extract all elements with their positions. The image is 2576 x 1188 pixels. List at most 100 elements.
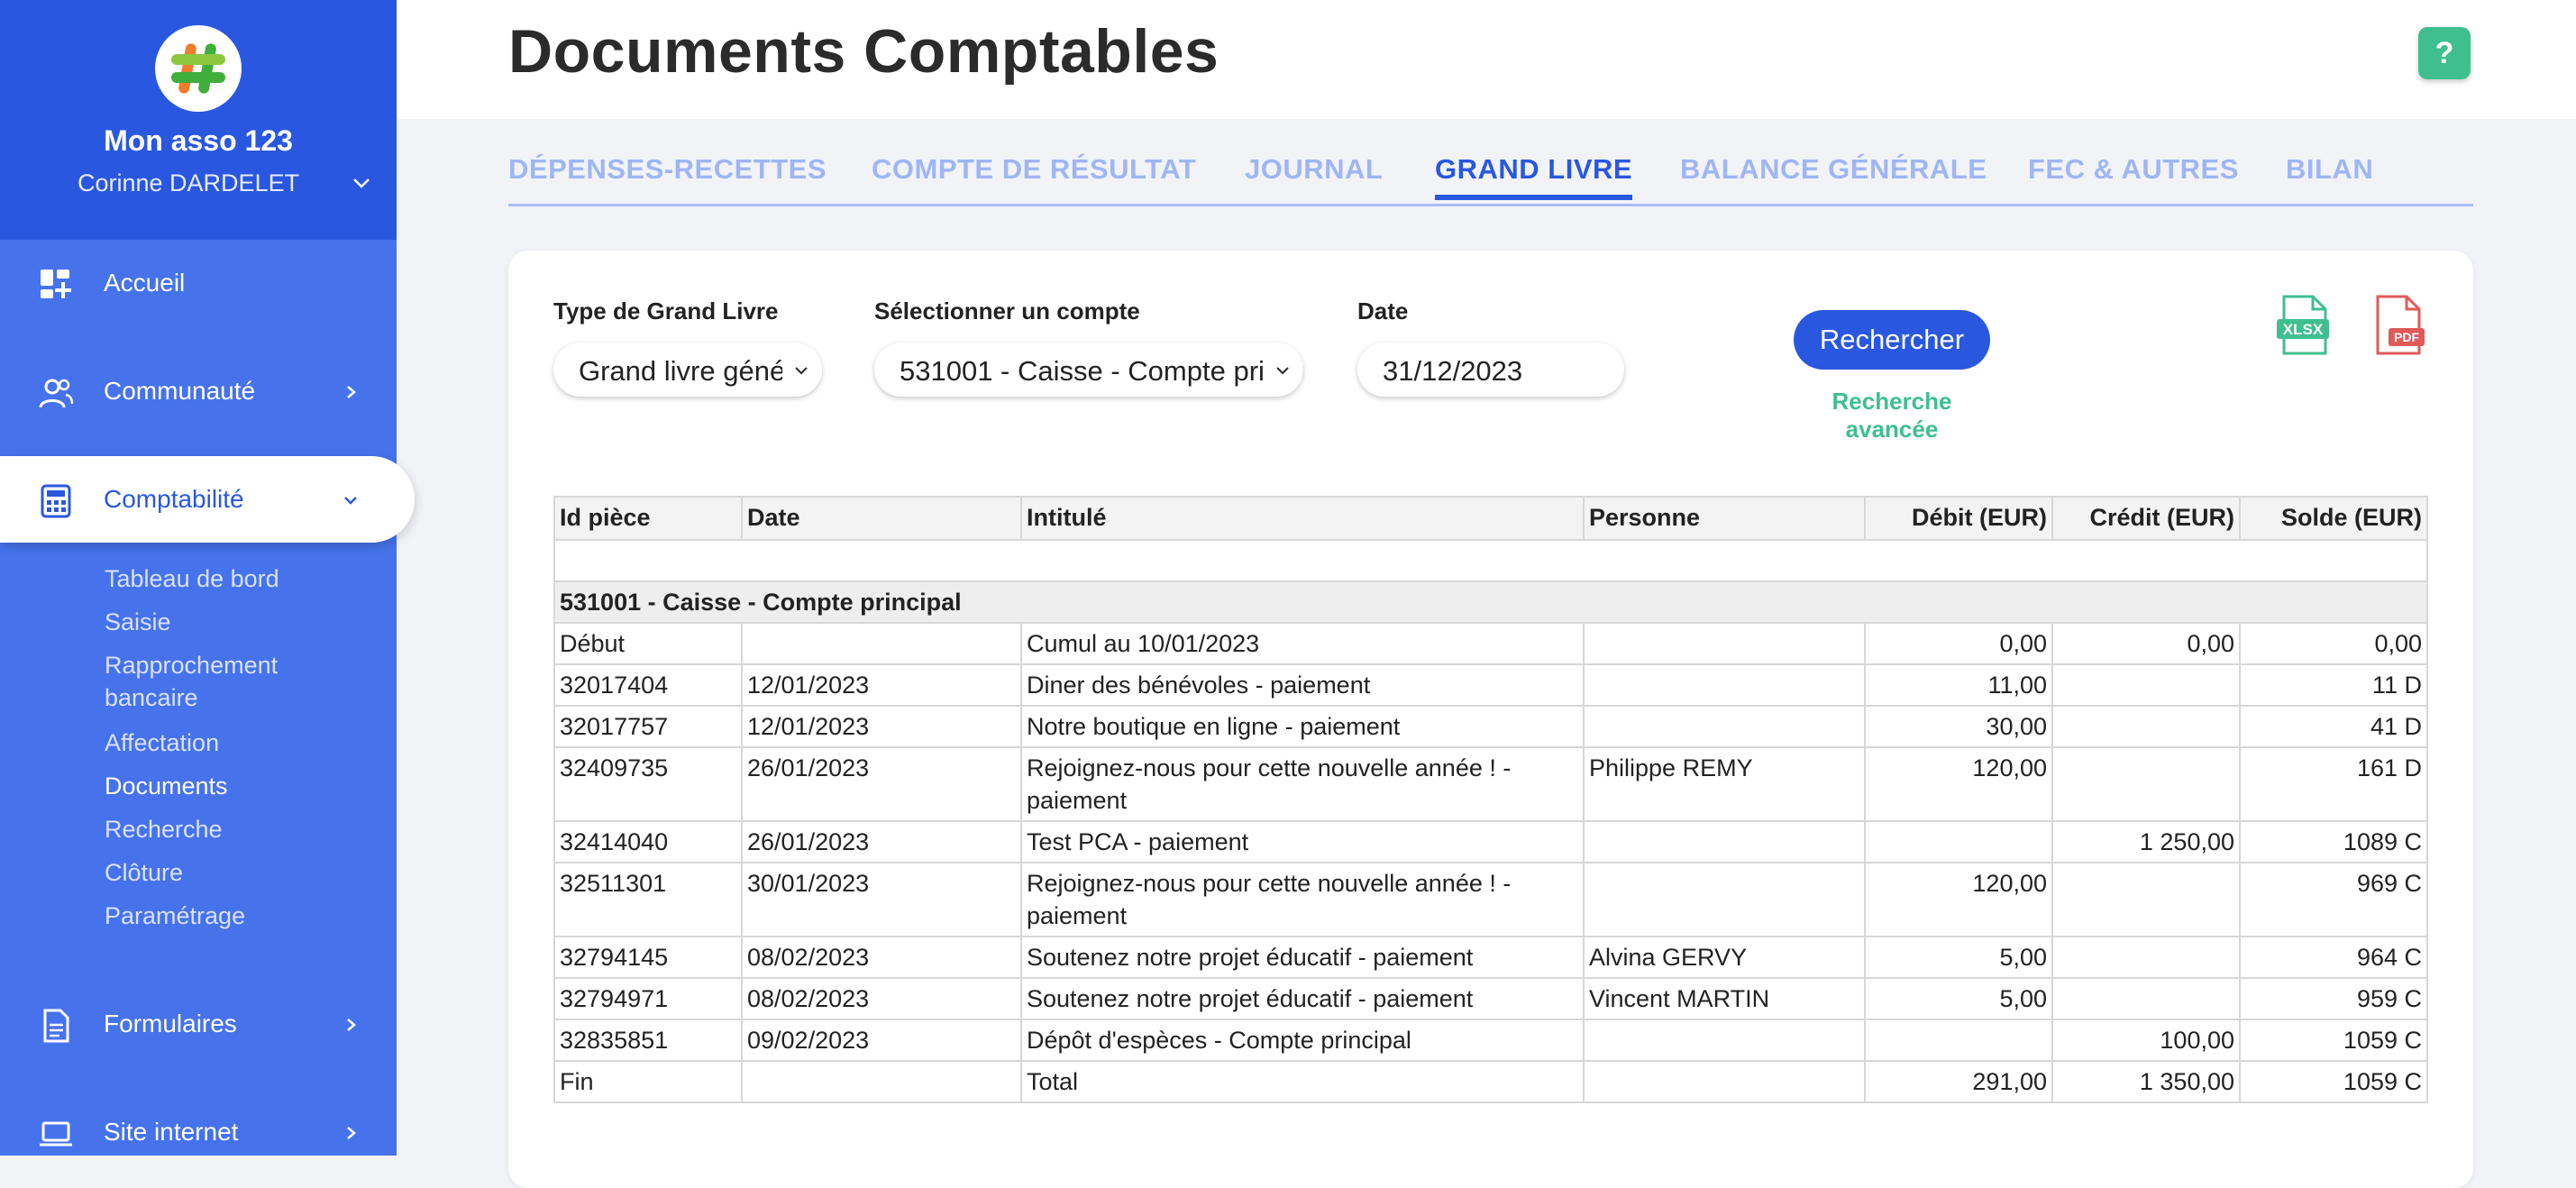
ledger-type-select[interactable]: Grand livre général <box>553 343 822 397</box>
subitem-documents[interactable]: Documents <box>105 770 228 802</box>
table-cell: Début <box>553 622 743 665</box>
table-cell <box>2051 936 2241 979</box>
table-cell: 11,00 <box>1864 663 2053 707</box>
pdf-label: PDF <box>2394 330 2419 344</box>
table-cell: 100,00 <box>2051 1019 2241 1062</box>
column-header[interactable]: Intitulé <box>1020 496 1585 541</box>
sidebar-item-label: Comptabilité <box>104 485 244 513</box>
dashboard-icon <box>41 270 71 298</box>
sidebar-item-comptabilite[interactable]: Comptabilité <box>0 456 415 543</box>
subitem-recherche[interactable]: Recherche <box>105 813 223 845</box>
table-cell <box>741 622 1022 665</box>
table-row[interactable]: 32017404 12/01/2023 Diner des bénévoles - … <box>553 663 2428 707</box>
table-cell: 1 250,00 <box>2051 820 2241 864</box>
xlsx-label: XLSX <box>2283 321 2324 338</box>
subitem-tableau-de-bord[interactable]: Tableau de bord <box>105 562 279 595</box>
table-cell: 09/02/2023 <box>741 1019 1022 1062</box>
hashtag-logo-icon <box>171 43 225 94</box>
column-header[interactable]: Date <box>741 496 1022 541</box>
tab-depenses-recettes[interactable]: DÉPENSES-RECETTES <box>508 153 827 195</box>
column-header[interactable]: Id pièce <box>553 496 743 541</box>
tab-bilan[interactable]: BILAN <box>2286 153 2373 195</box>
table-row[interactable]: 32794971 08/02/2023 Soutenez notre projet … <box>553 977 2428 1020</box>
table-cell: Notre boutique en ligne - paiement <box>1020 705 1585 748</box>
chevron-right-icon <box>347 386 356 398</box>
table-row[interactable]: 32409735 26/01/2023 Rejoignez-nous pour ce… <box>553 746 2428 822</box>
sidebar-item-communaute[interactable]: Communauté <box>0 348 397 434</box>
date-value: 31/12/2023 <box>1383 355 1523 387</box>
tab-fec-autres[interactable]: FEC & AUTRES <box>2028 153 2239 195</box>
grand-livre-panel: Type de Grand Livre Grand livre général … <box>508 251 2473 1188</box>
table-cell: Philippe REMY <box>1583 746 1866 822</box>
app-logo[interactable] <box>155 25 242 112</box>
table-cell: 291,00 <box>1864 1060 2053 1103</box>
table-cell: 41 D <box>2239 705 2428 748</box>
table-row[interactable]: 32794145 08/02/2023 Soutenez notre projet … <box>553 936 2428 979</box>
account-group-row: 531001 - Caisse - Compte principal <box>553 580 2428 624</box>
subitem-parametrage[interactable]: Paramétrage <box>105 900 245 932</box>
table-row[interactable]: 32414040 26/01/2023 Test PCA - paiement 1 2… <box>553 820 2428 864</box>
table-cell <box>1583 663 1866 707</box>
table-cell <box>1583 1019 1866 1062</box>
account-select[interactable]: 531001 - Caisse - Compte principal <box>874 343 1303 397</box>
sidebar-item-site-internet[interactable]: Site internet <box>0 1089 397 1175</box>
table-cell <box>2051 663 2241 707</box>
search-button[interactable]: Rechercher <box>1794 310 1990 370</box>
column-header[interactable]: Crédit (EUR) <box>2051 496 2241 541</box>
chevron-right-icon <box>347 1127 356 1139</box>
table-cell <box>1583 1060 1866 1103</box>
user-name[interactable]: Corinne DARDELET <box>78 169 299 197</box>
tab-journal[interactable]: JOURNAL <box>1245 153 1383 195</box>
table-cell: 964 C <box>2239 936 2428 979</box>
table-cell: Rejoignez-nous pour cette nouvelle année… <box>1020 862 1585 937</box>
ledger-body: 531001 - Caisse - Compte principal Début… <box>553 539 2428 1103</box>
table-cell: 969 C <box>2239 862 2428 937</box>
column-header[interactable]: Personne <box>1583 496 1866 541</box>
ledger-table: Id pièce Date Intitulé Personne Débit (E… <box>553 496 2428 1103</box>
laptop-icon <box>40 1121 72 1147</box>
calculator-icon <box>41 484 71 518</box>
tab-grand-livre[interactable]: GRAND LIVRE <box>1435 153 1633 200</box>
subitem-affectation[interactable]: Affectation <box>105 727 219 759</box>
account-value: 531001 - Caisse - Compte principal <box>900 355 1303 387</box>
date-input[interactable]: 31/12/2023 <box>1357 343 1624 397</box>
table-cell: 12/01/2023 <box>741 663 1022 707</box>
xlsx-export-icon[interactable]: XLSX <box>2275 294 2333 357</box>
column-header[interactable]: Solde (EUR) <box>2239 496 2428 541</box>
table-row[interactable]: Fin Total 291,00 1 350,00 1059 C <box>553 1060 2428 1103</box>
table-cell: Dépôt d'espèces - Compte principal <box>1020 1019 1585 1062</box>
table-row[interactable]: 32511301 30/01/2023 Rejoignez-nous pour ce… <box>553 862 2428 937</box>
table-cell: 32794971 <box>553 977 743 1020</box>
table-cell: 08/02/2023 <box>741 977 1022 1020</box>
tab-balance-generale[interactable]: BALANCE GÉNÉRALE <box>1680 153 1987 195</box>
chevron-down-icon[interactable] <box>350 171 373 195</box>
help-button[interactable]: ? <box>2418 27 2471 79</box>
people-icon <box>39 379 74 408</box>
table-cell: Soutenez notre projet éducatif - paiemen… <box>1020 936 1585 979</box>
tab-compte-de-resultat[interactable]: COMPTE DE RÉSULTAT <box>872 153 1196 195</box>
table-row[interactable]: Début Cumul au 10/01/2023 0,00 0,00 0,00 <box>553 622 2428 665</box>
subitem-saisie[interactable]: Saisie <box>105 606 171 638</box>
table-cell: 1059 C <box>2239 1060 2428 1103</box>
table-row[interactable]: 32017757 12/01/2023 Notre boutique en lign… <box>553 705 2428 748</box>
table-cell: 32409735 <box>553 746 743 822</box>
table-cell <box>2051 862 2241 937</box>
table-cell: Test PCA - paiement <box>1020 820 1585 864</box>
column-header[interactable]: Débit (EUR) <box>1864 496 2053 541</box>
sidebar-item-label: Formulaires <box>104 1010 237 1037</box>
account-group-title: 531001 - Caisse - Compte principal <box>553 580 2428 624</box>
sidebar-item-accueil[interactable]: Accueil <box>0 240 397 326</box>
table-cell: 32511301 <box>553 862 743 937</box>
table-row[interactable]: 32835851 09/02/2023 Dépôt d'espèces - Comp… <box>553 1019 2428 1062</box>
table-cell: Diner des bénévoles - paiement <box>1020 663 1585 707</box>
subitem-rapprochement-bancaire[interactable]: Rapprochement bancaire <box>105 649 375 714</box>
sidebar-item-formulaires[interactable]: Formulaires <box>0 981 397 1067</box>
account-label: Sélectionner un compte <box>874 297 1140 324</box>
ledger-type-value: Grand livre général <box>579 355 817 387</box>
table-cell: 30/01/2023 <box>741 862 1022 937</box>
table-cell <box>1583 705 1866 748</box>
pdf-export-icon[interactable]: PDF <box>2370 294 2428 357</box>
advanced-search-link[interactable]: Recherche avancée <box>1783 388 2001 443</box>
organization-name: Mon asso 123 <box>104 124 293 157</box>
subitem-cloture[interactable]: Clôture <box>105 856 183 889</box>
